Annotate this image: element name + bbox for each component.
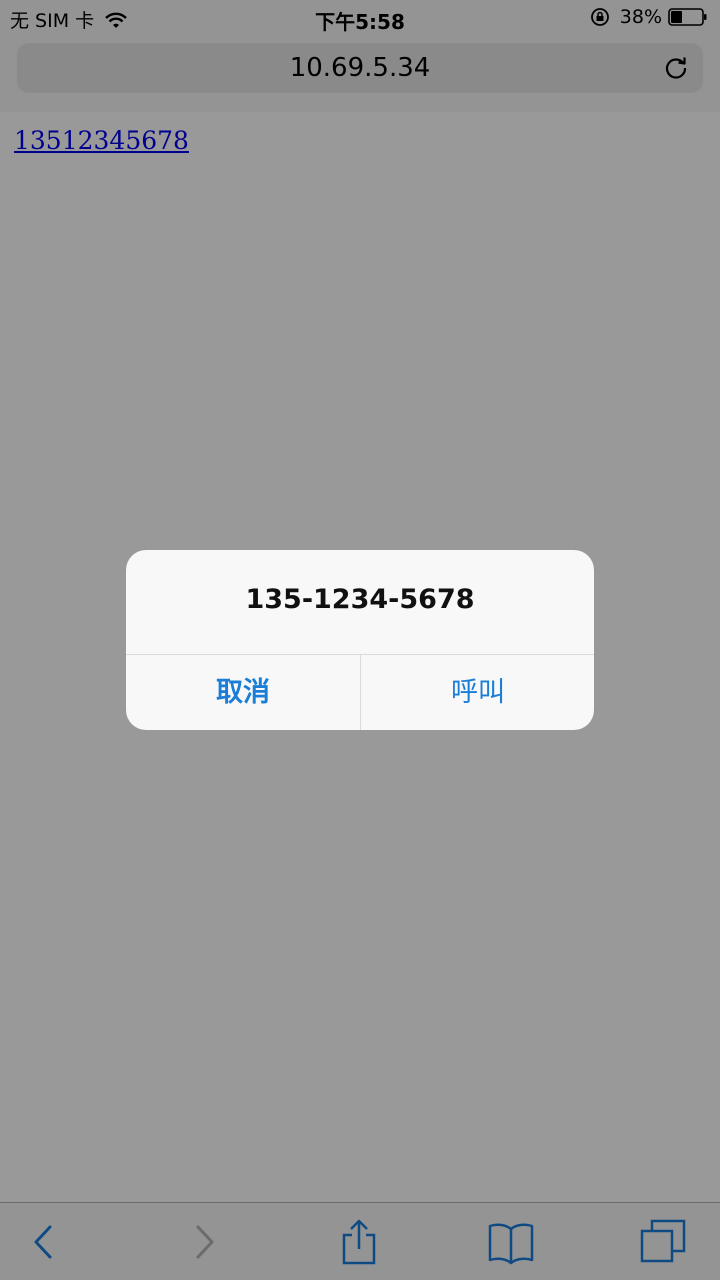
call-alert-dialog: 135-1234-5678 取消 呼叫 xyxy=(126,550,594,730)
screen: 无 SIM 卡 下午5:58 38% 10.69.5.34 1351234567… xyxy=(0,0,720,1280)
cancel-button[interactable]: 取消 xyxy=(126,655,360,730)
alert-phone-number: 135-1234-5678 xyxy=(245,584,475,615)
call-button[interactable]: 呼叫 xyxy=(361,655,594,730)
